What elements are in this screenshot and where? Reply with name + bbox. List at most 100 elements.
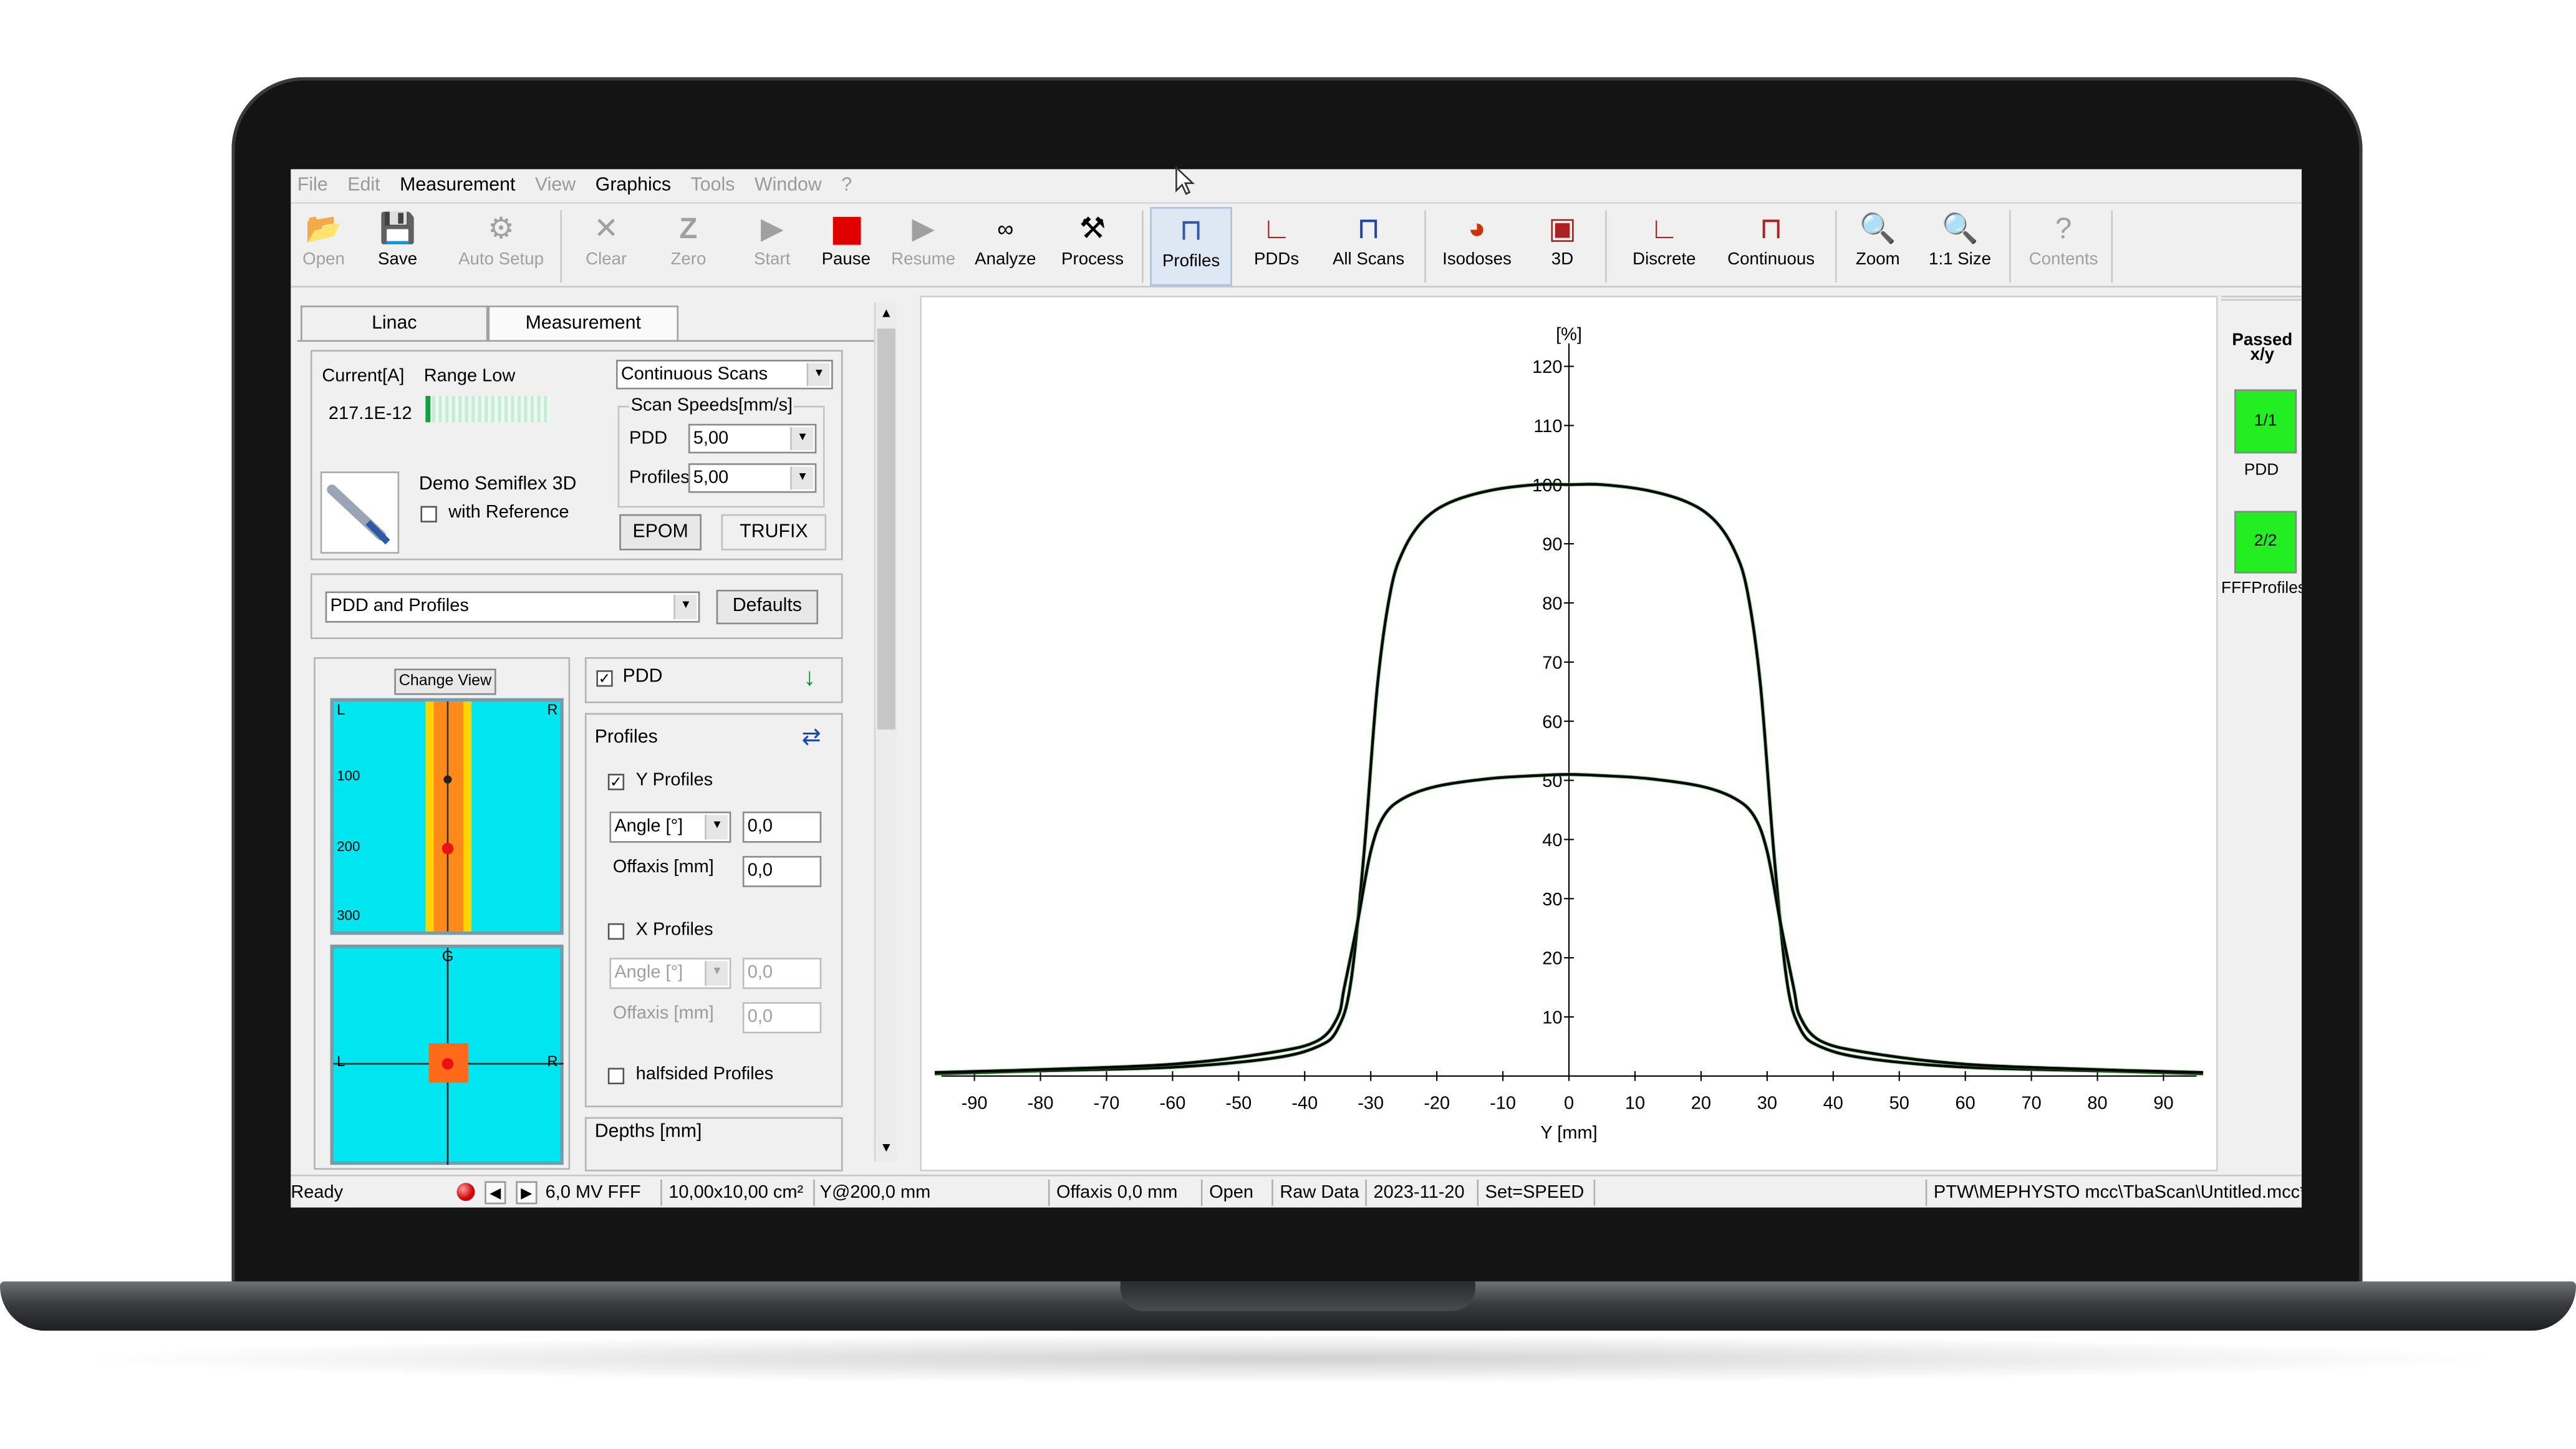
hammer-icon: ⚒ [1079,211,1106,245]
pdd-option-label: PDD [622,667,663,687]
results-header: Passed x/y [2232,330,2293,365]
trufix-button[interactable]: TRUFIX [721,514,827,551]
all-scans-view-button[interactable]: ⊓ All Scans [1323,207,1415,286]
next-scan-arrow-icon[interactable]: ▶ [516,1181,538,1205]
profiles-view-button[interactable]: ⊓ Profiles [1150,206,1232,286]
halfsided-profiles-label: halfsided Profiles [635,1064,774,1085]
y-offaxis-input[interactable]: 0,0 [742,855,822,887]
menu-view[interactable]: View [535,176,576,196]
tab-linac[interactable]: Linac [301,306,488,342]
depths-heading: Depths [mm] [594,1122,702,1142]
y-offaxis-label: Offaxis [mm] [612,857,714,878]
x-tick-label: 40 [1823,1094,1843,1114]
x-offaxis-input[interactable]: 0,0 [742,1002,822,1034]
swap-arrows-icon[interactable]: ⇄ [802,723,821,751]
with-reference-checkbox[interactable] [420,506,437,522]
status-offaxis: Offaxis 0,0 mm [1056,1183,1178,1203]
y-profiles-checkbox[interactable]: ✓ [607,774,625,791]
halfsided-profiles-checkbox[interactable] [607,1067,625,1085]
continuous-icon: ⊓ [1759,211,1783,245]
change-view-button[interactable]: Change View [394,668,496,695]
menu-window[interactable]: Window [755,176,822,196]
pdd-curve-icon: ∟ [1261,211,1291,245]
x-tick-label: -80 [1028,1094,1054,1114]
pdd-result-badge[interactable]: 1/1 [2234,389,2297,454]
task-select[interactable]: PDD and Profiles ▼ [325,591,700,623]
menu-edit[interactable]: Edit [347,176,380,196]
pdds-view-button[interactable]: ∟ PDDs [1240,207,1313,286]
open-button[interactable]: 📂 Open [294,207,354,286]
zoom-button[interactable]: 🔍 Zoom [1845,207,1911,286]
menu-tools[interactable]: Tools [691,176,735,196]
menu-measurement[interactable]: Measurement [400,176,515,196]
detector-position-marker [441,842,454,855]
panel-scrollbar[interactable]: ▲ ▼ [874,302,897,1162]
epom-button[interactable]: EPOM [619,514,702,551]
y-tick-label: 90 [1542,535,1562,555]
top-view-canvas: G L R [330,945,564,1165]
one-to-one-size-button[interactable]: 🔍 1:1 Size [1921,207,1999,286]
pdd-checkbox[interactable]: ✓ [596,670,613,687]
x-tick-label: 60 [1956,1094,1975,1114]
menu-file[interactable]: File [297,176,328,196]
fff-profiles-result-badge[interactable]: 2/2 [2234,511,2297,574]
arrow-down-icon[interactable]: ↓ [803,663,816,691]
analyze-button[interactable]: ∞ Analyze [971,207,1040,286]
x-angle-input[interactable]: 0,0 [742,958,822,989]
discrete-icon: ∟ [1649,211,1679,245]
x-profiles-checkbox[interactable] [607,923,625,940]
tab-measurement[interactable]: Measurement [488,306,679,342]
pdd-result-label: PDD [2244,461,2279,480]
chamber-icon [327,484,390,545]
contents-button[interactable]: ? Contents [2022,207,2105,286]
fff-profiles-result-label: FFFProfiles [2221,580,2302,599]
menu-graphics[interactable]: Graphics [596,176,671,196]
y-tick-label: 20 [1542,949,1562,969]
y-angle-select[interactable]: Angle [°] ▼ [609,811,731,843]
x-tick-label: 10 [1625,1094,1645,1114]
x-angle-select[interactable]: Angle [°] ▼ [609,958,731,989]
y-tick-label: 60 [1542,712,1562,732]
glasses-icon: ∞ [997,215,1014,242]
x-tick-label: 30 [1757,1094,1777,1114]
continuous-button[interactable]: ⊓ Continuous [1720,207,1821,286]
profile-chart[interactable]: -90 -80 -70 -60 -50 -40 -30 -20 -10 0 10 20 30 40 50 60… [920,296,2218,1172]
defaults-button[interactable]: Defaults [716,589,819,625]
status-ready: Ready [291,1183,344,1203]
scrollbar-thumb[interactable] [877,328,895,729]
status-open: Open [1209,1183,1253,1203]
x-tick-label: 0 [1564,1094,1574,1114]
profiles-speed-select[interactable]: 5,00 ▼ [688,463,817,493]
with-reference-label: with Reference [448,503,569,522]
clear-button[interactable]: ✕ Clear [573,207,639,286]
status-energy: 6,0 MV FFF [545,1183,641,1203]
x-axis-title: Y [mm] [1540,1123,1597,1143]
chevron-down-icon: ▼ [705,814,728,840]
start-button[interactable]: ▶ Start [741,207,803,286]
toolbar: 📂 Open 💾 Save ⚙ Auto Setup ✕ Clear Z Zero ▶ St… [291,202,2302,288]
pdd-speed-label: PDD [629,428,668,449]
y-axis-title: [%] [1556,324,1582,344]
results-panel: Passed x/y 1/1 PDD 2/2 FFFProfiles [2221,296,2302,1172]
x-tick-label: 20 [1691,1094,1711,1114]
laptop-shadow [65,1334,2511,1384]
previous-scan-arrow-icon[interactable]: ◀ [485,1181,506,1205]
save-button[interactable]: 💾 Save [367,207,429,286]
auto-setup-button[interactable]: ⚙ Auto Setup [453,207,549,286]
pause-button[interactable]: Pause [813,207,879,286]
scan-mode-select[interactable]: Continuous Scans ▼ [615,360,833,390]
scroll-down-arrow-icon[interactable]: ▼ [876,1137,897,1160]
discrete-button[interactable]: ∟ Discrete [1618,207,1710,286]
x-tick-label: -10 [1490,1094,1516,1114]
pdd-speed-select[interactable]: 5,00 ▼ [688,423,817,454]
scroll-up-arrow-icon[interactable]: ▲ [876,302,897,325]
isodoses-view-button[interactable]: ◕ Isodoses [1434,207,1520,286]
process-button[interactable]: ⚒ Process [1053,207,1132,286]
detector-name: Demo Semiflex 3D [418,474,577,495]
resume-button[interactable]: ▶ Resume [885,207,961,286]
side-view-canvas: L R 100 200 300 [330,698,564,935]
zero-button[interactable]: Z Zero [655,207,721,286]
menu-help[interactable]: ? [841,176,852,196]
3d-view-button[interactable]: ▣ 3D [1533,207,1592,286]
y-angle-input[interactable]: 0,0 [742,811,822,843]
